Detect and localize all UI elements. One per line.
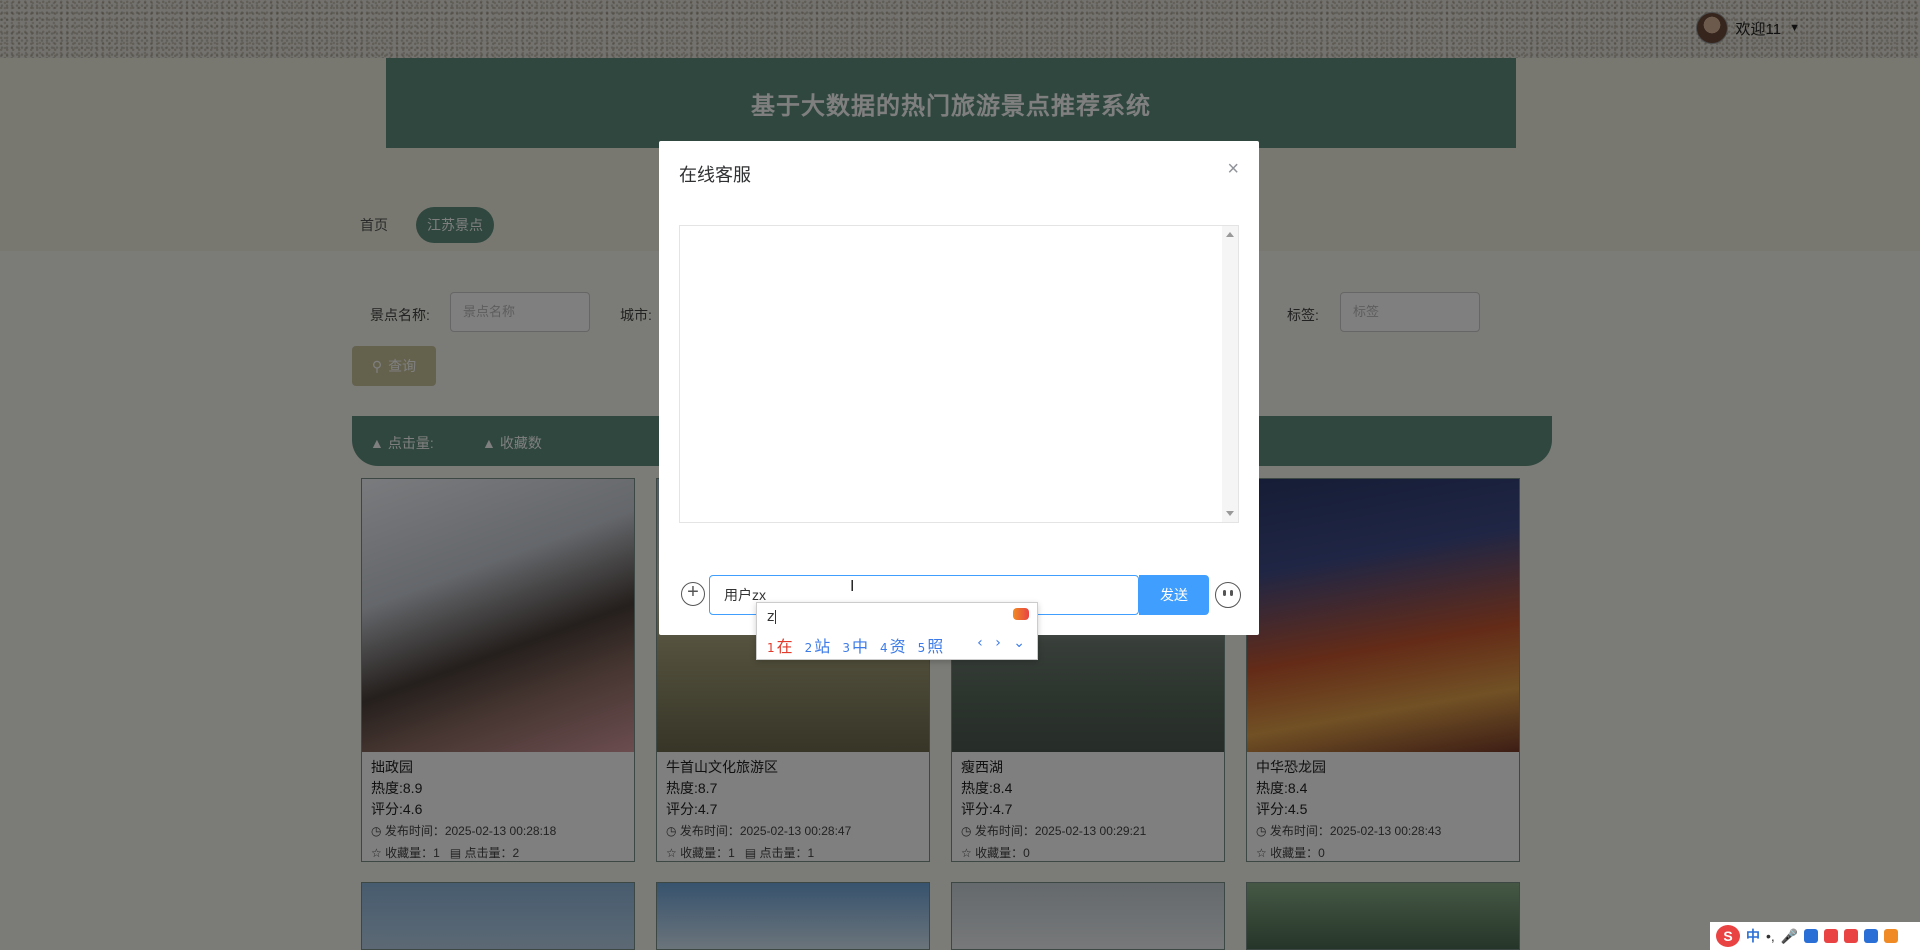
close-icon[interactable]: × xyxy=(1227,159,1239,179)
ime-candidate-window: z 1在 2站 3中 4资 5照 ‹ › ⌄ xyxy=(756,602,1038,660)
mascot-icon[interactable] xyxy=(1884,929,1899,943)
plus-icon[interactable]: + xyxy=(681,582,705,606)
scroll-up-icon[interactable] xyxy=(1226,232,1234,237)
chat-dialog: 在线客服 × + 用户zx 发送 xyxy=(659,141,1259,635)
ime-candidates: 1在 2站 3中 4资 5照 xyxy=(767,633,943,657)
ime-logo-icon xyxy=(1013,608,1029,620)
scroll-down-icon[interactable] xyxy=(1226,511,1234,516)
ime-candidate[interactable]: 4资 xyxy=(880,633,906,657)
punctuation-icon[interactable]: •, xyxy=(1766,928,1775,944)
ime-candidate[interactable]: 5照 xyxy=(918,633,944,657)
ime-candidate[interactable]: 3中 xyxy=(842,633,868,657)
sogou-logo-icon[interactable]: S xyxy=(1716,925,1740,947)
send-button[interactable]: 发送 xyxy=(1139,575,1209,615)
ime-toolbar: S 中 •, 🎤 xyxy=(1710,922,1920,950)
ime-composition: z xyxy=(767,609,775,625)
ime-candidate[interactable]: 2站 xyxy=(805,633,831,657)
lang-toggle[interactable]: 中 xyxy=(1746,926,1760,946)
ime-candidate[interactable]: 1在 xyxy=(767,633,793,657)
grid-icon[interactable] xyxy=(1864,929,1879,943)
skin-icon[interactable] xyxy=(1824,929,1839,943)
chat-messages[interactable] xyxy=(679,225,1239,523)
emoji-icon[interactable] xyxy=(1215,582,1241,608)
text-cursor-icon: I xyxy=(850,578,855,595)
scrollbar[interactable] xyxy=(1222,226,1238,522)
dialog-title: 在线客服 xyxy=(679,165,751,185)
microphone-icon[interactable]: 🎤 xyxy=(1781,928,1798,945)
gift-icon[interactable] xyxy=(1844,929,1859,943)
ime-page-nav[interactable]: ‹ › ⌄ xyxy=(977,635,1029,651)
keyboard-icon[interactable] xyxy=(1804,929,1819,943)
